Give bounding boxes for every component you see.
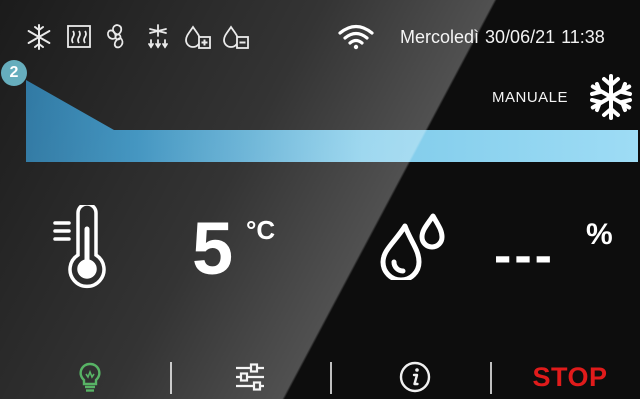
info-icon xyxy=(399,361,431,393)
bulb-icon xyxy=(79,362,101,392)
settings-button[interactable] xyxy=(220,355,280,399)
defrost-icon xyxy=(143,22,173,52)
humidity-plus-icon xyxy=(182,22,212,52)
stop-button[interactable]: STOP xyxy=(520,355,620,399)
toolbar-divider xyxy=(490,362,492,394)
toolbar-divider xyxy=(330,362,332,394)
time-label: 11:38 xyxy=(561,27,605,47)
fan-icon xyxy=(103,22,133,52)
humidity-drops-icon xyxy=(377,210,452,283)
date-label: 30/06/21 xyxy=(485,27,556,47)
temperature-unit: °C xyxy=(246,215,276,245)
humidity-minus-icon xyxy=(220,22,250,52)
bottom-toolbar: STOP xyxy=(0,355,640,399)
mode-label: MANUALE xyxy=(492,89,569,106)
day-label: Mercoledì xyxy=(400,27,480,47)
snowflake-icon[interactable] xyxy=(586,72,636,122)
thermometer-icon xyxy=(52,202,112,290)
wifi-icon[interactable] xyxy=(336,22,376,52)
datetime: Mercoledì 30/06/21 11:38 xyxy=(400,27,611,48)
light-button[interactable] xyxy=(60,355,120,399)
humidity-unit: % xyxy=(586,218,613,251)
temperature-value: 5 xyxy=(192,207,234,290)
snowflake-icon xyxy=(24,22,54,52)
device-screen: Mercoledì 30/06/21 11:38 2 MANUALE 5 °C … xyxy=(0,0,640,399)
status-bar: Mercoledì 30/06/21 11:38 xyxy=(0,0,640,60)
heater-icon xyxy=(64,22,94,52)
toolbar-divider xyxy=(170,362,172,394)
step-badge: 2 xyxy=(1,60,27,86)
stop-label: STOP xyxy=(532,361,608,392)
sliders-icon xyxy=(236,363,264,391)
humidity-value: --- xyxy=(494,227,555,285)
info-button[interactable] xyxy=(385,355,445,399)
